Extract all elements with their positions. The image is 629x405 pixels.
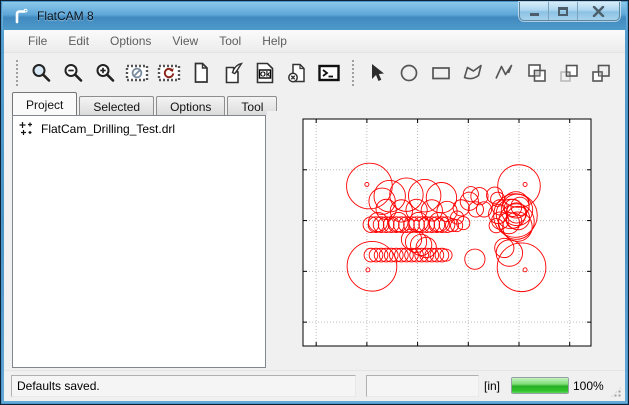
minimize-button[interactable] <box>520 2 549 20</box>
minimize-icon <box>530 13 539 16</box>
maximize-icon <box>558 7 568 16</box>
progress-bar <box>511 377 569 394</box>
svg-text:Ok: Ok <box>260 70 271 79</box>
tabbar: Project Selected Options Tool <box>12 92 279 115</box>
rectangle-tool-icon <box>429 61 453 85</box>
file-ok-icon: Ok <box>253 61 277 85</box>
tree-item-drill-object[interactable]: FlatCam_Drilling_Test.drl <box>13 116 265 138</box>
subtract-icon <box>557 61 581 85</box>
polygon-subtract-button[interactable] <box>556 60 582 86</box>
tab-selected[interactable]: Selected <box>79 96 154 115</box>
coordinates-readout <box>366 375 479 397</box>
drill-object-icon <box>19 121 34 136</box>
zoom-fit-button[interactable] <box>28 60 54 86</box>
new-file-icon <box>189 61 213 85</box>
project-tree-panel: FlatCam_Drilling_Test.drl <box>12 115 266 368</box>
window-controls <box>519 2 620 21</box>
polygon-tool-icon <box>461 61 485 85</box>
delete-object-button[interactable] <box>284 60 310 86</box>
menubar: File Edit Options View Tool Help <box>4 30 625 53</box>
editor-polygon-button[interactable] <box>460 60 486 86</box>
command-line-button[interactable] <box>316 60 342 86</box>
plot-canvas[interactable] <box>267 111 622 371</box>
editor-rectangle-button[interactable] <box>428 60 454 86</box>
menu-edit[interactable]: Edit <box>59 31 98 51</box>
menu-view[interactable]: View <box>163 31 207 51</box>
progress-fill <box>512 378 568 393</box>
editor-polyline-button[interactable] <box>492 60 518 86</box>
window-title: FlatCAM 8 <box>37 9 94 23</box>
statusbar: Defaults saved. [in] 100% <box>4 370 625 401</box>
close-button[interactable] <box>578 2 619 20</box>
zoom-fit-icon <box>29 61 53 85</box>
titlebar[interactable]: FlatCAM 8 <box>3 2 626 30</box>
zoom-in-icon <box>93 61 117 85</box>
replot-icon <box>157 61 181 85</box>
zoom-in-button[interactable] <box>92 60 118 86</box>
polygon-cut-button[interactable] <box>588 60 614 86</box>
drill-object-label: FlatCam_Drilling_Test.drl <box>41 122 175 136</box>
tab-project[interactable]: Project <box>12 92 77 115</box>
file-delete-icon <box>285 61 309 85</box>
open-project-button[interactable] <box>220 60 246 86</box>
replot-button[interactable] <box>156 60 182 86</box>
status-message: Defaults saved. <box>11 375 356 397</box>
file-pen-icon <box>221 61 245 85</box>
editor-toolbar-drag-handle[interactable] <box>352 60 356 86</box>
menu-file[interactable]: File <box>19 31 56 51</box>
save-defaults-button[interactable]: Ok <box>252 60 278 86</box>
flatcam-window: FlatCAM 8 File Edit Options View Tool He… <box>0 0 629 405</box>
clear-plot-button[interactable] <box>124 60 150 86</box>
toolbar: Ok <box>4 54 625 92</box>
menu-options[interactable]: Options <box>101 31 160 51</box>
cursor-arrow-icon <box>365 61 389 85</box>
tab-options[interactable]: Options <box>156 96 225 115</box>
progress-percent-label: 100% <box>573 375 604 397</box>
circle-tool-icon <box>397 61 421 85</box>
zoom-out-button[interactable] <box>60 60 86 86</box>
client-area: File Edit Options View Tool Help <box>4 30 625 401</box>
new-project-button[interactable] <box>188 60 214 86</box>
terminal-icon <box>317 61 341 85</box>
maximize-button[interactable] <box>549 2 578 20</box>
editor-select-button[interactable] <box>364 60 390 86</box>
resize-grip[interactable] <box>610 386 622 398</box>
clear-plot-icon <box>125 61 149 85</box>
polyline-tool-icon <box>493 61 517 85</box>
drill-plot <box>267 111 622 371</box>
units-label: [in] <box>484 375 500 397</box>
union-icon <box>525 61 549 85</box>
zoom-out-icon <box>61 61 85 85</box>
toolbar-drag-handle[interactable] <box>16 60 20 86</box>
menu-help[interactable]: Help <box>253 31 296 51</box>
close-icon <box>592 6 605 17</box>
cut-icon <box>589 61 613 85</box>
menu-tool[interactable]: Tool <box>210 31 250 51</box>
polygon-union-button[interactable] <box>524 60 550 86</box>
flatcam-logo-icon <box>13 8 29 24</box>
editor-circle-button[interactable] <box>396 60 422 86</box>
